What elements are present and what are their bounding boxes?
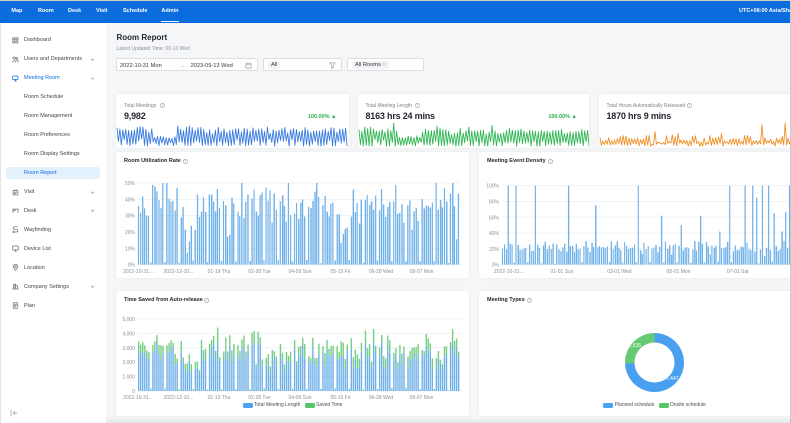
svg-text:01-19 Thu: 01-19 Thu: [208, 269, 231, 275]
svg-text:06-28 Wed: 06-28 Wed: [369, 395, 394, 401]
svg-text:08-07 Mon: 08-07 Mon: [410, 269, 434, 275]
svg-text:05-19 Fri: 05-19 Fri: [330, 395, 350, 401]
svg-text:20%: 20%: [125, 230, 136, 236]
svg-text:2022-10-31...: 2022-10-31...: [123, 395, 153, 401]
svg-text:?: ?: [161, 104, 163, 108]
svg-text:4,000: 4,000: [122, 331, 135, 337]
svg-text:2022-10-31...: 2022-10-31...: [123, 269, 153, 275]
svg-text:08-07 Mon: 08-07 Mon: [410, 395, 434, 401]
svg-text:30%: 30%: [125, 214, 136, 220]
svg-text:?: ?: [689, 104, 691, 108]
svg-text:04-09 Sun: 04-09 Sun: [288, 395, 311, 401]
svg-text:06-28 Wed: 06-28 Wed: [369, 269, 394, 275]
svg-text:2,000: 2,000: [122, 360, 135, 366]
svg-text:?: ?: [417, 104, 419, 108]
svg-text:05-19 Fri: 05-19 Fri: [330, 269, 350, 275]
svg-text:04-09 Sun: 04-09 Sun: [288, 269, 311, 275]
svg-text:5,000: 5,000: [122, 317, 135, 323]
svg-text:01-01 Sun: 01-01 Sun: [551, 269, 574, 275]
svg-text:80%: 80%: [489, 199, 500, 205]
svg-text:07-01 Sat: 07-01 Sat: [727, 269, 749, 275]
svg-text:50%: 50%: [125, 181, 136, 187]
svg-text:100%: 100%: [486, 184, 499, 190]
svg-text:1,000: 1,000: [122, 375, 135, 381]
svg-text:0%: 0%: [492, 263, 500, 269]
svg-text:7,447: 7,447: [666, 376, 679, 382]
svg-text:03-01 Wed: 03-01 Wed: [607, 269, 632, 275]
svg-text:40%: 40%: [489, 231, 500, 237]
svg-text:2,535: 2,535: [629, 343, 642, 349]
svg-text:2022-12-10...: 2022-12-10...: [164, 395, 194, 401]
svg-text:2022-12-10...: 2022-12-10...: [164, 269, 194, 275]
svg-text:10%: 10%: [125, 246, 136, 252]
svg-text:20%: 20%: [489, 247, 500, 253]
svg-text:05-01 Mon: 05-01 Mon: [667, 269, 691, 275]
svg-text:3,000: 3,000: [122, 346, 135, 352]
svg-text:01-19 Thu: 01-19 Thu: [208, 395, 231, 401]
svg-text:40%: 40%: [125, 197, 136, 203]
svg-text:02-28 Tue: 02-28 Tue: [248, 269, 271, 275]
svg-text:2022-10-31...: 2022-10-31...: [494, 269, 524, 275]
svg-text:02-28 Tue: 02-28 Tue: [248, 395, 271, 401]
svg-text:60%: 60%: [489, 215, 500, 221]
svg-text:0%: 0%: [128, 263, 136, 269]
